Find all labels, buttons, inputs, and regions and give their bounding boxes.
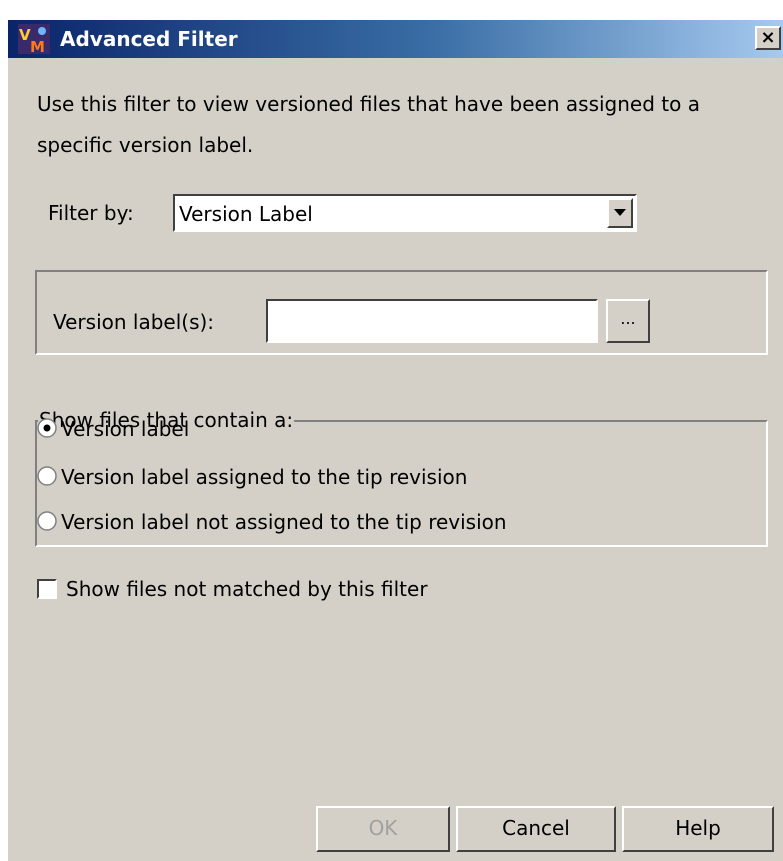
top-margin [0,0,783,20]
radio-tip-revision-text[interactable]: Version label assigned to the tip revisi… [61,465,467,489]
advanced-filter-dialog: V M Advanced Filter × Use this filter to… [0,0,783,861]
title-bar[interactable]: V M Advanced Filter × [8,20,783,58]
browse-version-labels-button[interactable]: ... [606,299,650,343]
cancel-button[interactable]: Cancel [456,806,616,852]
svg-text:M: M [30,38,45,54]
radio-version-label-text[interactable]: Version label [61,417,189,441]
show-not-matched-checkbox[interactable] [37,579,57,599]
filter-by-label: Filter by: [48,201,134,225]
dropdown-arrow-button[interactable] [607,198,633,228]
help-button[interactable]: Help [622,806,774,852]
filter-by-dropdown[interactable]: Version Label [173,194,637,232]
radio-not-tip-revision-text[interactable]: Version label not assigned to the tip re… [61,510,507,534]
radio-version-label[interactable] [37,418,57,438]
filter-by-selected-value: Version Label [179,202,313,226]
window-title: Advanced Filter [60,27,238,51]
description-line-2: specific version label. [37,133,254,157]
triangle-down-icon [614,209,626,216]
vm-app-icon: V M [18,24,50,54]
ok-button[interactable]: OK [316,806,450,852]
version-labels-label: Version label(s): [53,310,215,334]
radio-tip-revision[interactable] [37,466,57,486]
version-labels-input[interactable] [266,299,598,343]
show-not-matched-label[interactable]: Show files not matched by this filter [66,577,428,601]
description-line-1: Use this filter to view versioned files … [37,92,700,116]
close-button[interactable]: × [755,26,781,50]
left-margin [0,0,8,861]
radio-not-tip-revision[interactable] [37,511,57,531]
